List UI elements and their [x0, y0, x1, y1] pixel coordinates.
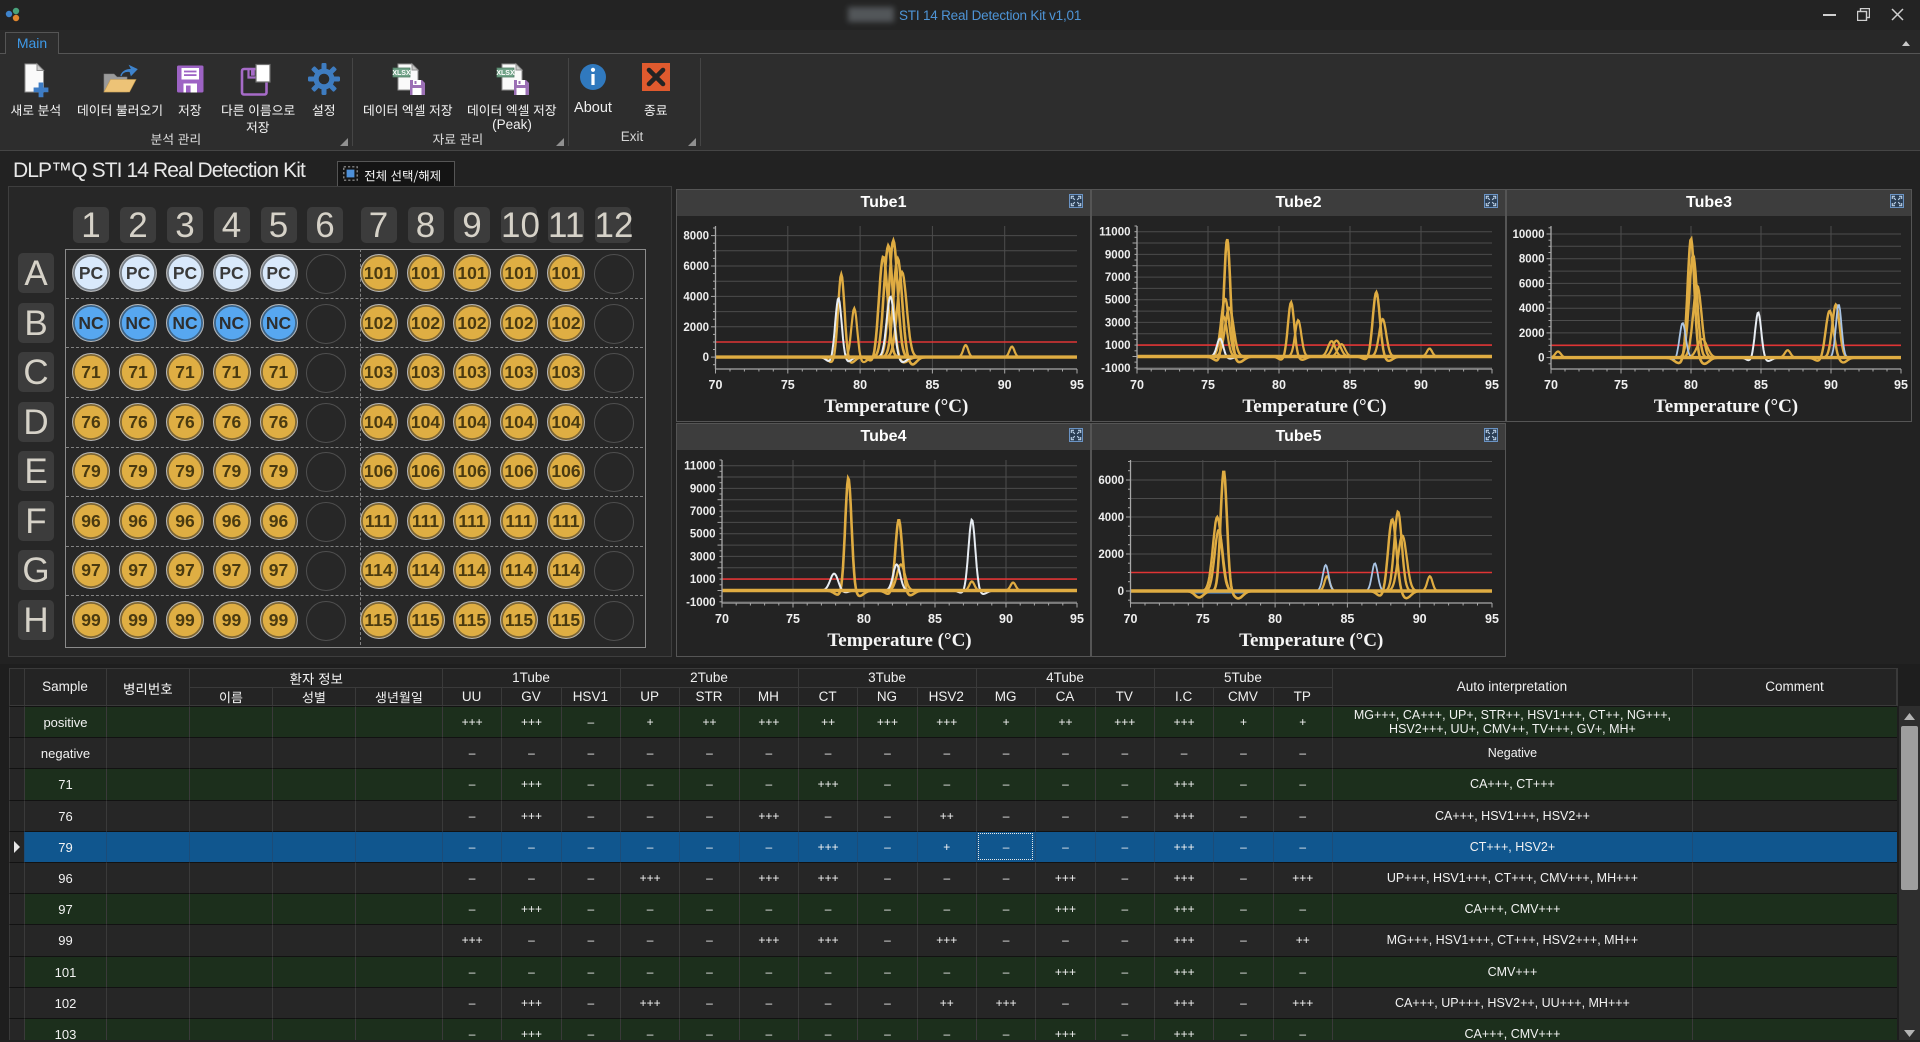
- svg-text:9000: 9000: [1105, 249, 1131, 261]
- svg-text:90: 90: [999, 612, 1013, 626]
- svg-text:80: 80: [857, 612, 871, 626]
- svg-text:70: 70: [1544, 378, 1558, 392]
- svg-text:0: 0: [703, 352, 709, 364]
- svg-text:Temperature (°C): Temperature (°C): [827, 630, 971, 651]
- svg-text:90: 90: [1413, 612, 1427, 626]
- svg-text:5000: 5000: [690, 529, 716, 541]
- svg-text:3000: 3000: [1105, 317, 1131, 329]
- svg-text:75: 75: [1196, 612, 1210, 626]
- svg-text:0: 0: [1118, 586, 1124, 598]
- svg-text:8000: 8000: [1519, 254, 1545, 266]
- svg-text:11000: 11000: [684, 461, 715, 473]
- svg-text:95: 95: [1485, 612, 1499, 626]
- svg-text:2000: 2000: [683, 322, 709, 334]
- svg-text:70: 70: [1124, 612, 1138, 626]
- svg-text:5000: 5000: [1105, 295, 1131, 307]
- svg-text:2000: 2000: [1098, 549, 1124, 561]
- svg-text:90: 90: [1824, 378, 1838, 392]
- svg-text:75: 75: [1201, 378, 1215, 392]
- svg-text:85: 85: [1343, 378, 1357, 392]
- svg-text:6000: 6000: [1519, 278, 1545, 290]
- svg-text:10000: 10000: [1513, 229, 1545, 241]
- svg-text:Temperature (°C): Temperature (°C): [1239, 630, 1383, 651]
- svg-text:7000: 7000: [690, 506, 716, 518]
- svg-text:6000: 6000: [1098, 475, 1124, 487]
- svg-text:95: 95: [1485, 378, 1499, 392]
- svg-text:Temperature (°C): Temperature (°C): [1242, 396, 1386, 417]
- svg-text:95: 95: [1070, 612, 1084, 626]
- svg-text:4000: 4000: [1519, 303, 1545, 315]
- svg-text:80: 80: [1684, 378, 1698, 392]
- svg-text:11000: 11000: [1099, 227, 1130, 239]
- svg-text:85: 85: [928, 612, 942, 626]
- svg-text:85: 85: [925, 378, 939, 392]
- svg-text:1000: 1000: [1105, 340, 1131, 352]
- svg-text:90: 90: [998, 378, 1012, 392]
- svg-text:2000: 2000: [1519, 328, 1545, 340]
- svg-text:95: 95: [1070, 378, 1084, 392]
- svg-text:XLSX: XLSX: [496, 70, 515, 77]
- svg-text:85: 85: [1754, 378, 1768, 392]
- svg-text:75: 75: [781, 378, 795, 392]
- svg-text:90: 90: [1414, 378, 1428, 392]
- svg-text:-1000: -1000: [686, 597, 715, 609]
- svg-text:4000: 4000: [1098, 512, 1124, 524]
- svg-text:80: 80: [1272, 378, 1286, 392]
- svg-text:80: 80: [1268, 612, 1282, 626]
- svg-text:75: 75: [786, 612, 800, 626]
- svg-text:70: 70: [715, 612, 729, 626]
- svg-text:Temperature (°C): Temperature (°C): [824, 396, 968, 417]
- svg-text:80: 80: [853, 378, 867, 392]
- svg-text:6000: 6000: [683, 261, 709, 273]
- svg-text:9000: 9000: [690, 483, 716, 495]
- svg-text:7000: 7000: [1105, 272, 1131, 284]
- svg-text:85: 85: [1340, 612, 1354, 626]
- svg-text:70: 70: [709, 378, 723, 392]
- svg-text:Temperature (°C): Temperature (°C): [1654, 396, 1798, 417]
- svg-text:-1000: -1000: [1101, 363, 1130, 375]
- svg-text:0: 0: [1538, 353, 1544, 365]
- svg-text:8000: 8000: [683, 231, 709, 243]
- svg-text:3000: 3000: [690, 551, 716, 563]
- svg-text:75: 75: [1614, 378, 1628, 392]
- svg-text:70: 70: [1130, 378, 1144, 392]
- svg-text:4000: 4000: [683, 291, 709, 303]
- svg-text:XLSX: XLSX: [392, 70, 411, 77]
- svg-text:1000: 1000: [690, 574, 716, 586]
- svg-text:95: 95: [1894, 378, 1908, 392]
